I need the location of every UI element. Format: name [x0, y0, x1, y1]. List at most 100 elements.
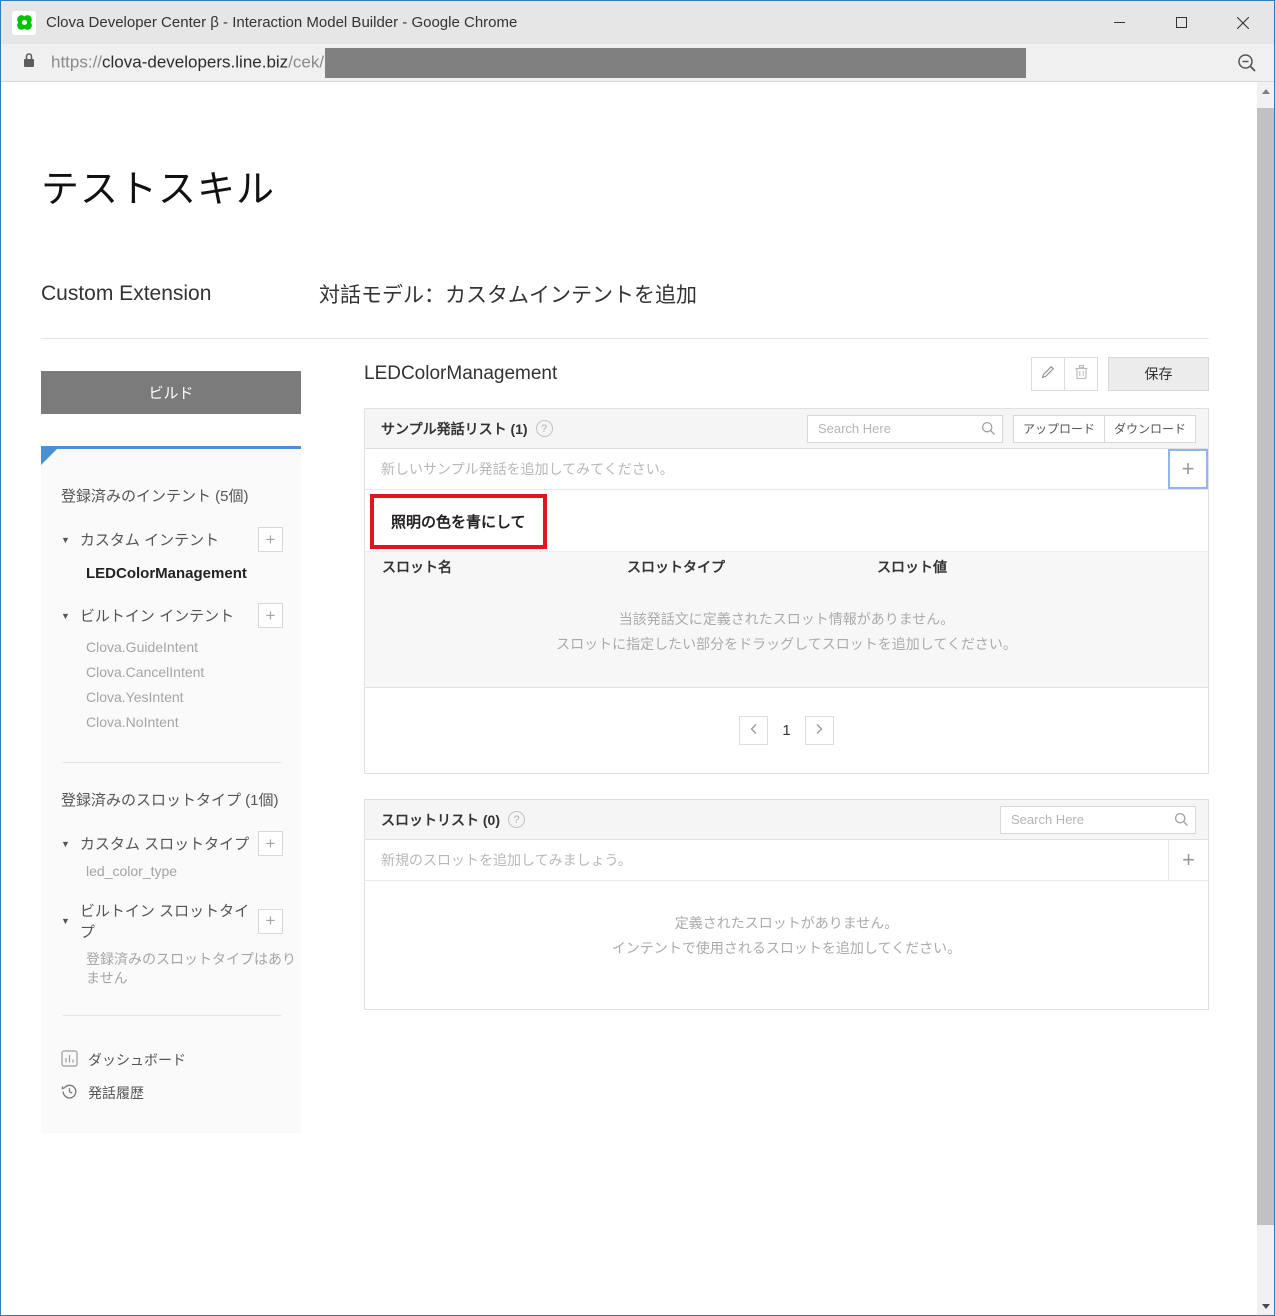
- builtin-intent-group-label: ビルトイン インテント: [80, 605, 258, 626]
- utterance-item-highlighted[interactable]: 照明の色を青にして: [370, 494, 547, 549]
- utterance-row: 照明の色を青にして: [365, 490, 1208, 551]
- page-viewport: テストスキル Custom Extension 対話モデル：カスタムインテントを…: [1, 82, 1274, 1315]
- scroll-down-button[interactable]: [1257, 1297, 1274, 1315]
- slot-value-column-header: スロット値: [877, 557, 1191, 577]
- chevron-right-icon: [814, 722, 824, 740]
- builtin-intent-group[interactable]: ▼ ビルトイン インテント +: [61, 603, 283, 628]
- sidebar-links: ダッシュボード 発話履歴: [61, 1050, 283, 1103]
- add-slot-input[interactable]: [365, 840, 1168, 880]
- clova-clover-icon: [12, 11, 36, 35]
- help-icon[interactable]: ?: [508, 811, 525, 828]
- prev-page-button[interactable]: [739, 716, 768, 745]
- empty-state-line1: 定義されたスロットがありません。: [365, 911, 1208, 936]
- add-utterance-row: +: [365, 449, 1208, 490]
- slot-table-header: スロット名 スロットタイプ スロット値: [365, 551, 1208, 582]
- maximize-button[interactable]: [1150, 1, 1212, 44]
- triangle-down-icon: ▼: [61, 611, 70, 621]
- window-controls: [1088, 1, 1274, 44]
- main-area: LEDColorManagement: [364, 357, 1209, 1133]
- custom-intent-group[interactable]: ▼ カスタム インテント +: [61, 527, 283, 552]
- custom-slot-type-group-label: カスタム スロットタイプ: [80, 833, 258, 854]
- window-title: Clova Developer Center β - Interaction M…: [46, 14, 1088, 31]
- sidebar-item-cancelintent[interactable]: Clova.CancelIntent: [86, 660, 283, 685]
- slot-type-column-header: スロットタイプ: [627, 557, 877, 577]
- url-redaction-box: [325, 48, 1026, 78]
- triangle-down-icon: ▼: [61, 916, 70, 926]
- pencil-icon: [1040, 364, 1056, 385]
- pagination: 1: [365, 688, 1208, 773]
- builtin-slot-type-empty-note: 登録済みのスロットタイプはありません: [86, 950, 304, 988]
- slot-list-panel: スロットリスト (0) ?: [364, 799, 1209, 1010]
- builtin-slot-type-group-label: ビルトイン スロットタイプ: [80, 900, 258, 942]
- custom-slot-type-group[interactable]: ▼ カスタム スロットタイプ +: [61, 831, 283, 856]
- empty-state-line1: 当該発話文に定義されたスロット情報がありません。: [365, 607, 1208, 632]
- builtin-slot-type-group[interactable]: ▼ ビルトイン スロットタイプ +: [61, 900, 283, 942]
- add-utterance-button[interactable]: +: [1168, 449, 1208, 489]
- empty-state-line2: スロットに指定したい部分をドラッグしてスロットを追加してください。: [365, 632, 1208, 657]
- download-button[interactable]: ダウンロード: [1104, 415, 1196, 443]
- lock-icon: [22, 51, 36, 74]
- intent-name-title: LEDColorManagement: [364, 363, 1031, 385]
- builtin-intent-list: Clova.GuideIntent Clova.CancelIntent Clo…: [86, 635, 283, 735]
- triangle-down-icon: ▼: [61, 535, 70, 545]
- add-slot-button[interactable]: +: [1168, 840, 1208, 880]
- search-icon: [1174, 812, 1189, 832]
- vertical-scrollbar[interactable]: [1257, 82, 1274, 1315]
- upload-button[interactable]: アップロード: [1013, 415, 1105, 443]
- add-custom-intent-button[interactable]: +: [258, 527, 283, 552]
- sample-utterance-panel: サンプル発話リスト (1) ?: [364, 408, 1209, 774]
- sidebar-item-dashboard[interactable]: ダッシュボード: [61, 1050, 283, 1070]
- sidebar-item-yesintent[interactable]: Clova.YesIntent: [86, 685, 283, 710]
- add-builtin-slot-type-button[interactable]: +: [258, 909, 283, 934]
- add-utterance-input[interactable]: [365, 449, 1168, 489]
- slot-search-input[interactable]: [1000, 806, 1196, 834]
- sidebar: ビルド 登録済みのインテント (5個) ▼ カスタム インテント + LEDCo…: [41, 357, 301, 1133]
- trash-icon: [1074, 364, 1089, 385]
- chevron-left-icon: [749, 722, 759, 740]
- add-builtin-intent-button[interactable]: +: [258, 603, 283, 628]
- utterance-search-input[interactable]: [807, 415, 1003, 443]
- save-button[interactable]: 保存: [1108, 357, 1209, 391]
- zoom-out-icon[interactable]: [1236, 52, 1258, 74]
- add-custom-slot-type-button[interactable]: +: [258, 831, 283, 856]
- scroll-up-button[interactable]: [1257, 82, 1274, 100]
- dashboard-label: ダッシュボード: [88, 1050, 186, 1070]
- sidebar-item-ledcolormanagement[interactable]: LEDColorManagement: [86, 565, 283, 582]
- dashboard-icon: [61, 1050, 78, 1070]
- dialog-model-label: 対話モデル：カスタムインテントを追加: [319, 279, 697, 309]
- extension-type-label: Custom Extension: [41, 282, 319, 306]
- slot-types-section-title: 登録済みのスロットタイプ (1個): [61, 789, 283, 810]
- slot-list-title: スロットリスト (0): [381, 810, 500, 830]
- upload-download-group: アップロード ダウンロード: [1013, 415, 1196, 443]
- utterance-search-box: [807, 415, 1003, 443]
- close-button[interactable]: [1212, 1, 1274, 44]
- intents-section-title: 登録済みのインテント (5個): [61, 485, 283, 506]
- minimize-button[interactable]: [1088, 1, 1150, 44]
- sidebar-item-nointent[interactable]: Clova.NoIntent: [86, 710, 283, 735]
- help-icon[interactable]: ?: [536, 420, 553, 437]
- sidebar-item-guideintent[interactable]: Clova.GuideIntent: [86, 635, 283, 660]
- slot-list-panel-header: スロットリスト (0) ?: [365, 800, 1208, 840]
- triangle-down-icon: ▼: [61, 839, 70, 849]
- triangle-down-icon: [1262, 1304, 1270, 1309]
- delete-intent-button[interactable]: [1064, 357, 1098, 391]
- current-page-number: 1: [782, 722, 790, 739]
- sidebar-panel: 登録済みのインテント (5個) ▼ カスタム インテント + LEDColorM…: [41, 446, 301, 1133]
- url-scheme: https://: [51, 52, 102, 71]
- search-icon: [981, 421, 996, 441]
- scrollbar-thumb[interactable]: [1257, 108, 1274, 1225]
- url-path: /cek/: [288, 52, 324, 71]
- skill-title: テストスキル: [41, 158, 1209, 213]
- url-domain: clova-developers.line.biz: [102, 52, 288, 71]
- sidebar-divider: [63, 762, 281, 763]
- next-page-button[interactable]: [805, 716, 834, 745]
- build-button[interactable]: ビルド: [41, 371, 301, 414]
- slot-list-empty-state: 定義されたスロットがありません。 インテントで使用されるスロットを追加してくださ…: [365, 881, 1208, 1009]
- intent-header: LEDColorManagement: [364, 357, 1209, 391]
- page-content: テストスキル Custom Extension 対話モデル：カスタムインテントを…: [1, 82, 1257, 1315]
- sidebar-item-led-color-type[interactable]: led_color_type: [86, 863, 283, 879]
- url-text[interactable]: https://clova-developers.line.biz/cek/: [51, 48, 1026, 78]
- edit-intent-button[interactable]: [1031, 357, 1065, 391]
- url-bar[interactable]: https://clova-developers.line.biz/cek/: [1, 44, 1274, 82]
- sidebar-item-utterance-history[interactable]: 発話履歴: [61, 1083, 283, 1103]
